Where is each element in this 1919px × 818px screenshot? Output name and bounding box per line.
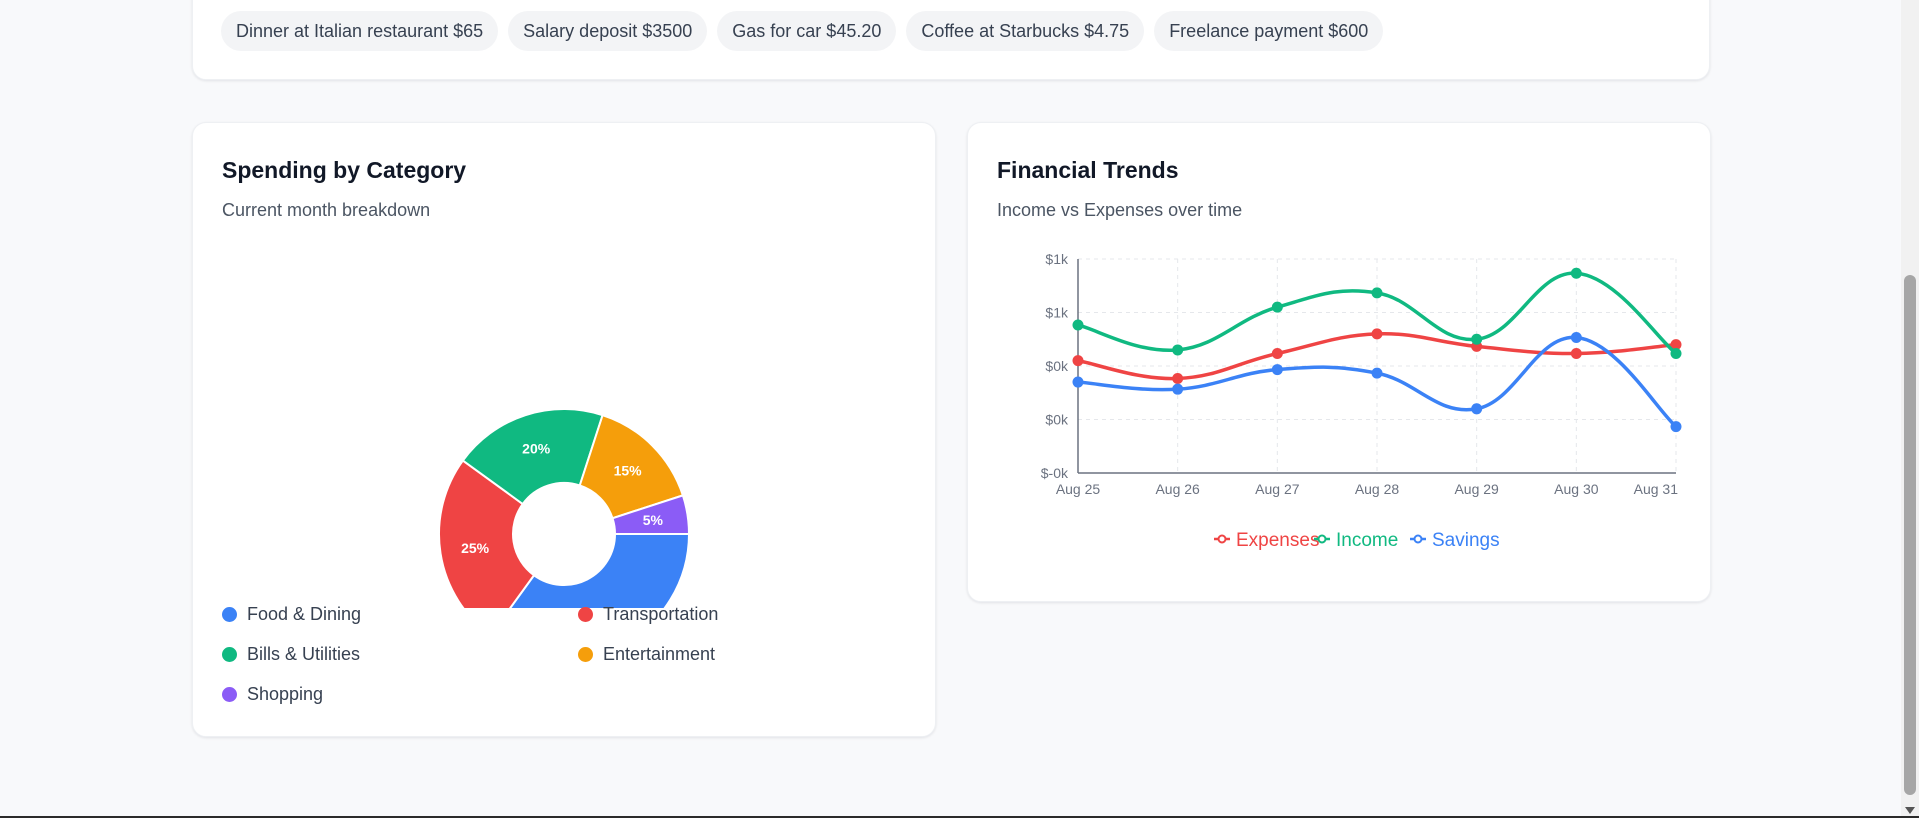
x-tick-label: Aug 26 — [1155, 481, 1200, 497]
legend-marker-icon — [1413, 534, 1423, 544]
legend-label: Food & Dining — [247, 604, 362, 624]
data-point-savings[interactable] — [1570, 331, 1582, 343]
line-chart: $-0k $0k $0k $1k $1k Aug 25 Aug 26 Aug 27 Aug 28… — [1041, 251, 1682, 551]
legend-item[interactable]: Food & Dining — [222, 603, 578, 626]
legend-item[interactable]: Bills & Utilities — [222, 643, 578, 666]
financial-trends-card: Financial Trends Income vs Expenses over… — [967, 122, 1711, 602]
data-point-expenses[interactable] — [1172, 372, 1184, 384]
legend-label: Shopping — [247, 684, 324, 704]
legend-color-dot — [578, 607, 593, 622]
legend-label: Transportation — [603, 604, 719, 624]
data-point-income[interactable] — [1172, 344, 1184, 356]
card-subtitle: Current month breakdown — [222, 200, 431, 220]
data-point-expenses[interactable] — [1072, 355, 1084, 367]
x-tick-label: Aug 28 — [1355, 481, 1400, 497]
pie-slice-label: 15% — [614, 462, 643, 478]
scrollbar-thumb[interactable] — [1904, 275, 1916, 795]
data-point-income[interactable] — [1570, 267, 1582, 279]
data-point-savings[interactable] — [1471, 403, 1483, 415]
y-tick-label: $0k — [1045, 358, 1069, 374]
data-point-income[interactable] — [1072, 319, 1084, 331]
x-tick-label: Aug 27 — [1255, 481, 1300, 497]
card-title: Financial Trends — [997, 157, 1179, 183]
legend-label: Income — [1336, 530, 1398, 551]
legend-label: Bills & Utilities — [247, 644, 361, 664]
legend-item-expenses[interactable]: Expenses — [1214, 530, 1319, 551]
legend-label: Entertainment — [603, 644, 716, 664]
y-tick-label: $1k — [1045, 251, 1069, 267]
transaction-chip[interactable]: Freelance payment $600 — [1154, 11, 1384, 51]
data-point-expenses[interactable] — [1271, 348, 1283, 360]
transaction-chip[interactable]: Coffee at Starbucks $4.75 — [906, 11, 1145, 51]
y-tick-label: $1k — [1045, 305, 1069, 321]
category-legend: Food & Dining Transportation Bills & Utili… — [222, 603, 902, 706]
legend-label: Savings — [1432, 530, 1500, 551]
y-tick-label: $0k — [1045, 412, 1069, 428]
x-tick-label: Aug 29 — [1454, 481, 1499, 497]
data-point-income[interactable] — [1670, 348, 1682, 360]
spending-by-category-card: Spending by Category Current month break… — [192, 122, 936, 737]
series-income — [1072, 267, 1682, 360]
scroll-down-arrow-icon[interactable] — [1905, 807, 1915, 814]
pie-slice-label: 25% — [461, 540, 490, 556]
doughnut-chart: 35%25%20%15%5% — [438, 408, 691, 608]
data-point-savings[interactable] — [1072, 376, 1084, 388]
legend-label: Expenses — [1236, 530, 1319, 551]
legend-color-dot — [222, 647, 237, 662]
legend-item-savings[interactable]: Savings — [1410, 530, 1500, 551]
legend-item[interactable]: Entertainment — [578, 643, 878, 666]
data-point-income[interactable] — [1271, 301, 1283, 313]
recent-transactions-card: Dinner at Italian restaurant $65 Salary … — [192, 0, 1710, 80]
legend-color-dot — [222, 687, 237, 702]
transaction-chip[interactable]: Dinner at Italian restaurant $65 — [221, 11, 499, 51]
data-point-savings[interactable] — [1172, 383, 1184, 395]
data-point-savings[interactable] — [1670, 421, 1682, 433]
legend-item[interactable]: Shopping — [222, 683, 578, 706]
legend-color-dot — [578, 647, 593, 662]
pie-slice-label: 20% — [522, 440, 551, 456]
legend-item[interactable]: Transportation — [578, 603, 878, 626]
data-point-expenses[interactable] — [1570, 348, 1582, 360]
card-subtitle: Income vs Expenses over time — [997, 200, 1243, 220]
data-point-expenses[interactable] — [1371, 328, 1383, 340]
card-title: Spending by Category — [222, 157, 467, 183]
data-point-income[interactable] — [1371, 287, 1383, 299]
data-point-savings[interactable] — [1371, 367, 1383, 379]
transaction-chip[interactable]: Gas for car $45.20 — [717, 11, 897, 51]
legend-item-income[interactable]: Income — [1314, 530, 1398, 551]
legend-color-dot — [222, 607, 237, 622]
transaction-chip-list: Dinner at Italian restaurant $65 Salary … — [221, 11, 1384, 51]
data-point-income[interactable] — [1471, 333, 1483, 345]
pie-slice-label: 5% — [643, 512, 664, 528]
x-tick-label: Aug 30 — [1554, 481, 1599, 497]
x-tick-label: Aug 31 — [1634, 481, 1679, 497]
legend-marker-icon — [1317, 534, 1327, 544]
vertical-scrollbar[interactable] — [1901, 0, 1919, 818]
data-point-savings[interactable] — [1271, 364, 1283, 376]
legend-marker-icon — [1217, 534, 1227, 544]
transaction-chip[interactable]: Salary deposit $3500 — [508, 11, 708, 51]
y-tick-label: $-0k — [1041, 465, 1069, 481]
x-tick-label: Aug 25 — [1056, 481, 1101, 497]
